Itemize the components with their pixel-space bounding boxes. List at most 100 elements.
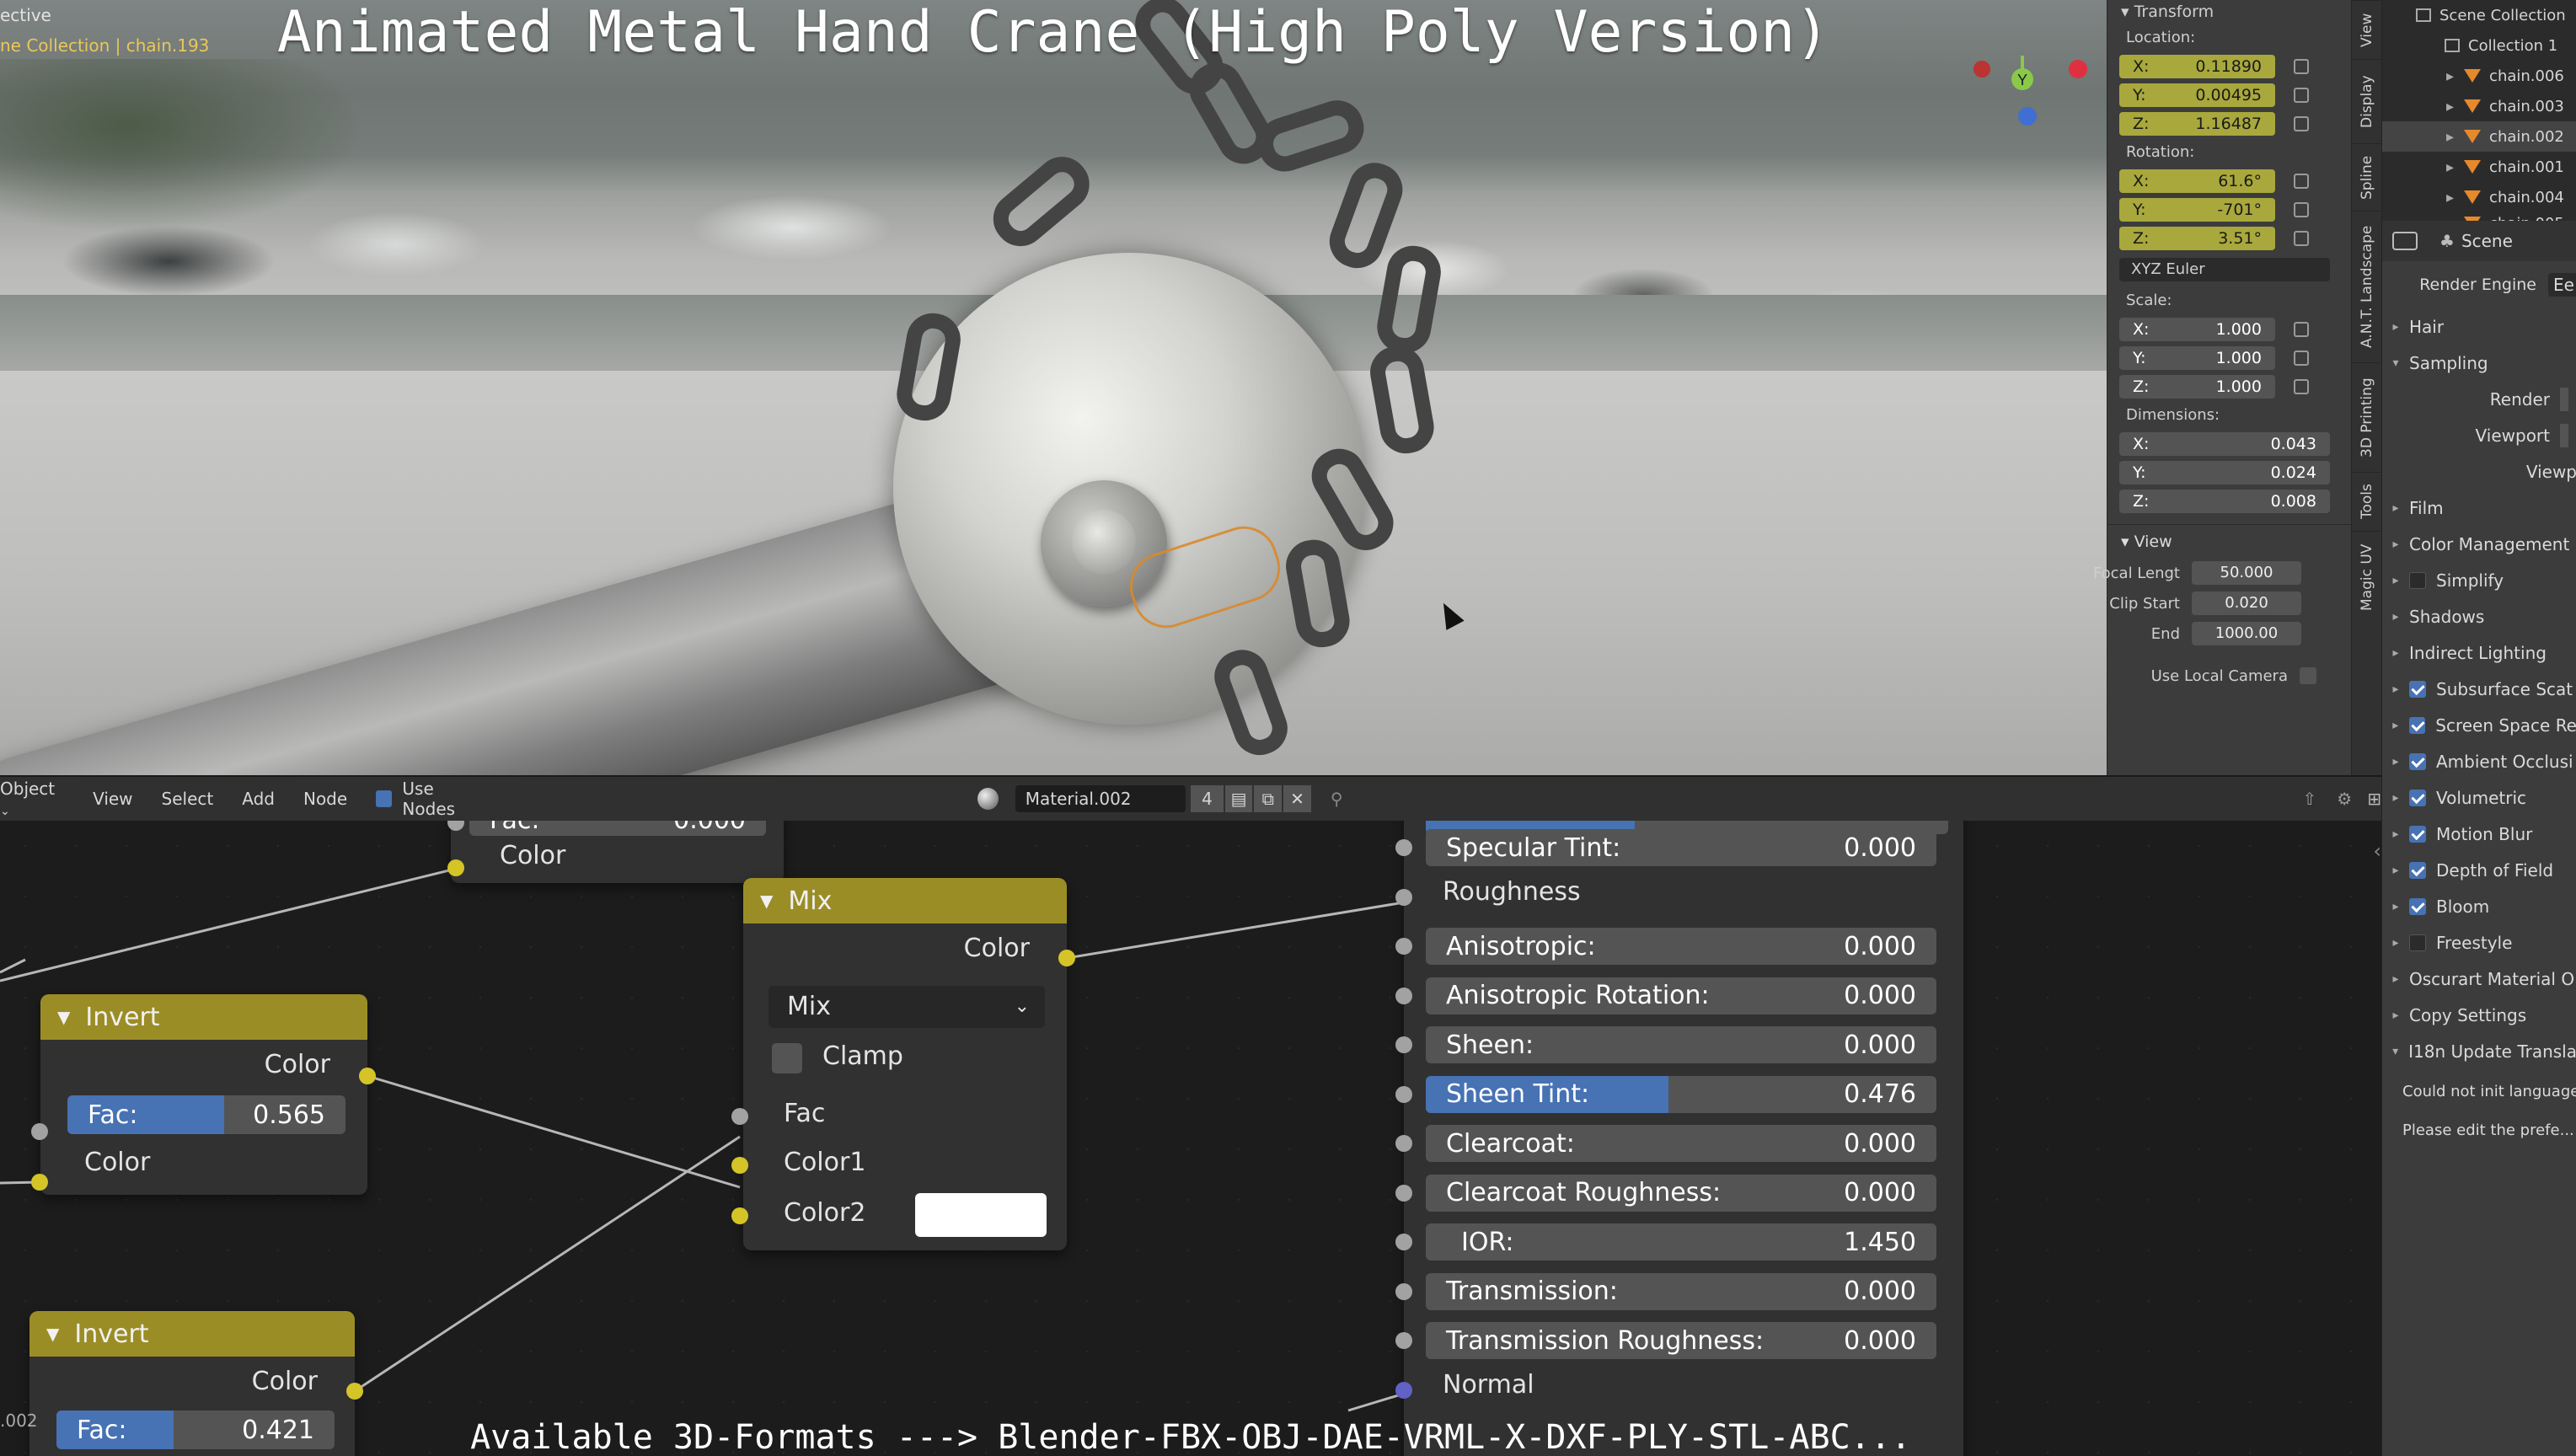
object-mode-select[interactable]: Object ⌄ — [0, 779, 67, 819]
outliner-collection[interactable]: Collection 1 — [2382, 30, 2576, 61]
tab-spline[interactable]: Spline — [2352, 143, 2382, 211]
outliner-item-chain[interactable]: ▸ chain.002 — [2382, 121, 2576, 152]
node-mix[interactable]: ▼ Mix Color Mix ⌄ Clamp Fac Color1 Color2 — [743, 878, 1067, 1250]
section-copy-settings[interactable]: ▸ Copy Settings — [2382, 997, 2576, 1033]
motion-blur-checkbox[interactable] — [2409, 825, 2426, 843]
node-editor[interactable]: Fac: 0.000 Color ▼ Invert Color Fac: 0.565 … — [0, 821, 2381, 1456]
scale-y-field[interactable]: Y: 1.000 — [2119, 346, 2275, 370]
view-header[interactable]: ▾ View — [2107, 524, 2351, 558]
lock-icon[interactable] — [2294, 351, 2309, 366]
clip-start-field[interactable]: 0.020 — [2192, 592, 2301, 615]
section-ambient-occlusion[interactable]: ▸ Ambient Occlusi — [2382, 743, 2576, 779]
section-hair[interactable]: ▸ Hair — [2382, 308, 2576, 345]
gizmo-x-axis[interactable] — [2069, 60, 2087, 78]
lock-icon[interactable] — [2294, 59, 2309, 74]
pin-icon[interactable]: ⚲ — [1323, 785, 1351, 812]
rotation-y-field[interactable]: Y: -701° — [2119, 198, 2275, 222]
rotation-x-field[interactable]: X: 61.6° — [2119, 169, 2275, 193]
section-screen-space-reflections[interactable]: ▸ Screen Space Re — [2382, 707, 2576, 743]
lock-icon[interactable] — [2294, 116, 2309, 131]
material-sphere-icon[interactable] — [977, 788, 999, 810]
node-partial-top[interactable]: Fac: 0.000 Color — [451, 821, 784, 883]
input-socket[interactable] — [1395, 1184, 1412, 1202]
dimensions-x-field[interactable]: X: 0.043 — [2119, 432, 2330, 456]
gizmo-x-neg[interactable] — [1974, 61, 1990, 78]
section-sampling[interactable]: ▾ Sampling — [2382, 345, 2576, 381]
menu-add[interactable]: Add — [242, 789, 275, 809]
dof-checkbox[interactable] — [2409, 861, 2426, 879]
section-volumetric[interactable]: ▸ Volumetric — [2382, 779, 2576, 816]
sampling-render-field[interactable]: Render — [2382, 381, 2576, 417]
tab-ant-landscape[interactable]: A.N.T. Landscape — [2352, 211, 2382, 362]
backdrop-icon[interactable]: ⚙ — [2337, 789, 2352, 809]
color2-swatch[interactable] — [915, 1193, 1047, 1237]
location-z-field[interactable]: Z: 1.16487 — [2119, 112, 2275, 136]
scale-z-field[interactable]: Z: 1.000 — [2119, 375, 2275, 399]
rotation-z-field[interactable]: Z: 3.51° — [2119, 227, 2275, 250]
parent-node-icon[interactable]: ⇧ — [2303, 789, 2317, 809]
lock-icon[interactable] — [2294, 379, 2309, 394]
fac-field[interactable]: Fac: 0.000 — [469, 821, 766, 836]
transform-header[interactable]: ▾ Transform — [2107, 0, 2351, 24]
input-socket[interactable] — [1395, 1381, 1412, 1399]
clamp-checkbox[interactable] — [772, 1043, 802, 1073]
editor-type-icon[interactable] — [2392, 232, 2418, 250]
input-socket[interactable] — [1395, 888, 1412, 906]
menu-select[interactable]: Select — [162, 789, 214, 809]
node-invert-1[interactable]: ▼ Invert Color Fac: 0.565 Color — [40, 994, 367, 1195]
bloom-checkbox[interactable] — [2409, 897, 2426, 915]
bsdf-field[interactable]: Sheen Tint: 0.476 — [1426, 1075, 1936, 1113]
collapse-icon[interactable]: ▼ — [57, 1007, 70, 1027]
lock-icon[interactable] — [2294, 202, 2309, 217]
tab-magic-uv[interactable]: Magic UV — [2352, 531, 2382, 624]
focal-length-field[interactable]: 50.000 — [2192, 561, 2301, 585]
material-users-count[interactable]: 4 — [1191, 785, 1224, 812]
collapse-sidebar-icon[interactable]: ‹ — [2373, 839, 2381, 863]
gizmo-z-axis[interactable] — [2018, 107, 2037, 126]
ao-checkbox[interactable] — [2409, 752, 2426, 770]
section-simplify[interactable]: ▸ Simplify — [2382, 562, 2576, 598]
input-socket[interactable] — [1395, 839, 1412, 856]
node-header[interactable]: ▼ Invert — [29, 1311, 355, 1357]
section-film[interactable]: ▸ Film — [2382, 490, 2576, 526]
freestyle-checkbox[interactable] — [2409, 934, 2426, 951]
unlink-icon[interactable]: ✕ — [1283, 785, 1311, 812]
bsdf-field[interactable]: Clearcoat Roughness: 0.000 — [1426, 1174, 1936, 1212]
input-socket[interactable] — [31, 1174, 48, 1191]
clip-end-field[interactable]: 1000.00 — [2192, 622, 2301, 645]
input-socket[interactable] — [1395, 1085, 1412, 1103]
bsdf-field[interactable]: Clearcoat: 0.000 — [1426, 1125, 1936, 1162]
bsdf-field[interactable]: Sheen: 0.000 — [1426, 1026, 1936, 1063]
navigation-gizmo[interactable]: Y — [1963, 51, 2098, 152]
menu-node[interactable]: Node — [303, 789, 347, 809]
blend-mode-select[interactable]: Mix ⌄ — [769, 986, 1045, 1028]
input-socket[interactable] — [1395, 1234, 1412, 1250]
ssr-checkbox[interactable] — [2408, 716, 2426, 734]
input-socket[interactable] — [731, 1108, 748, 1125]
collapse-icon[interactable]: ▼ — [46, 1324, 59, 1344]
input-socket[interactable] — [731, 1157, 748, 1174]
collapse-icon[interactable]: ▼ — [760, 891, 773, 911]
output-socket[interactable] — [359, 1068, 376, 1084]
outliner-item-chain[interactable]: ▸ chain.006 — [2382, 61, 2576, 91]
tab-display[interactable]: Display — [2352, 59, 2382, 143]
new-material-icon[interactable]: ⧉ — [1254, 785, 1283, 812]
section-bloom[interactable]: ▸ Bloom — [2382, 888, 2576, 924]
input-socket[interactable] — [731, 1207, 748, 1224]
section-subsurface[interactable]: ▸ Subsurface Scat — [2382, 671, 2576, 707]
output-socket[interactable] — [346, 1383, 363, 1400]
section-depth-of-field[interactable]: ▸ Depth of Field — [2382, 852, 2576, 888]
section-motion-blur[interactable]: ▸ Motion Blur — [2382, 816, 2576, 852]
node-header[interactable]: ▼ Mix — [743, 878, 1067, 923]
lock-icon[interactable] — [2294, 322, 2309, 337]
3d-viewport[interactable]: Animated Metal Hand Crane (High Poly Ver… — [0, 0, 2107, 775]
outliner-item-chain[interactable]: ▸ chain.004 — [2382, 182, 2576, 212]
input-socket[interactable] — [1395, 1332, 1412, 1349]
tab-3d-printing[interactable]: 3D Printing — [2352, 362, 2382, 472]
outliner-scene-collection[interactable]: Scene Collection — [2382, 0, 2576, 30]
sampling-viewport-field[interactable]: Viewport — [2382, 417, 2576, 453]
input-socket[interactable] — [1395, 938, 1412, 955]
input-socket[interactable] — [447, 859, 464, 876]
lock-icon[interactable] — [2294, 231, 2309, 246]
snap-icon[interactable]: ⊞ — [2367, 789, 2381, 809]
